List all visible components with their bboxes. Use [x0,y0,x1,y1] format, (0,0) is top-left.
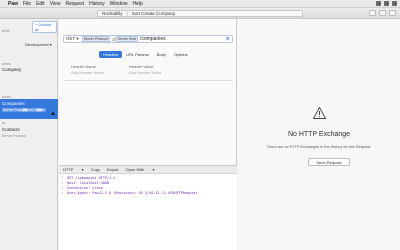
section-label: ants [2,28,10,33]
project-name: Rockabilly [102,11,123,16]
layout-icon[interactable] [389,10,396,16]
menu-view[interactable]: View [50,1,61,7]
separator: | [126,11,128,16]
menu-file[interactable]: File [23,1,31,7]
empty-state-title: No HTTP Exchange [287,131,351,138]
line-number: 1 [61,176,64,180]
header-name-input[interactable]: Add Header Name [71,70,131,75]
sidebar-item-label: Companies [2,101,25,106]
token-server-protocol[interactable]: Server Protocol [81,36,110,42]
status-icons [376,1,397,6]
header-name-label: Header Name [71,64,96,69]
raw-line: GET /companies HTTP/1.1 [67,176,116,180]
raw-line: User-Agent: Paw/2.2.6 (Macintosh; OS X/1… [67,191,198,195]
toolbar-icons [369,10,396,16]
status-icon[interactable] [376,1,381,6]
app-window: Rockabilly | Sort Create Company + Defau… [0,8,400,250]
titlebar: Rockabilly | Sort Create Company [0,8,400,19]
raw-toolbar: HTTP ▾ Copy Export Open With ▾ [59,165,237,174]
url-path[interactable]: /companies [140,36,166,42]
response-panel: No HTTP Exchange There are no HTTP Excha… [238,19,400,250]
status-icon[interactable] [392,1,397,6]
menu-history[interactable]: History [89,1,105,7]
send-request-button[interactable]: Send Request [308,158,350,166]
method-select[interactable]: GET ▾ [66,36,79,42]
request-name: Sort Create Company [131,11,176,16]
divider [63,80,233,81]
sidebar-item-contacts[interactable]: Contacts [2,127,20,132]
menubar: Paw File Edit View Request History Windo… [0,0,400,8]
warning-icon [313,107,326,119]
header-value-input[interactable]: Add Header Value [129,70,189,75]
layout-icon[interactable] [369,10,376,16]
section-label: uries [2,61,11,66]
tab-options[interactable]: Options [170,51,192,58]
tab-url-params[interactable]: URL Params [122,51,153,58]
tab-headers[interactable]: Headers [99,51,123,58]
tab-body[interactable]: Body [153,51,170,58]
sidebar: + Default ac ants uries Development ▾ Co… [0,19,58,250]
token-badge: /com [36,108,46,112]
add-icon[interactable]: ⊕ [226,36,230,42]
token-badge: Server Protocol [2,134,27,138]
environment-select[interactable]: Development ▾ [25,42,52,47]
request-tabs: Headers URL Params Body Options [99,51,192,58]
menu-edit[interactable]: Edit [36,1,45,7]
empty-state-subtitle: There are no HTTP Exchanges in the Histo… [266,145,372,149]
menu-request[interactable]: Request [65,1,84,7]
sidebar-item-company[interactable]: Company [2,67,21,72]
line-number: 4 [61,191,64,195]
copy-button[interactable]: Copy [91,167,100,172]
menu-app[interactable]: Paw [8,1,18,7]
raw-line: Host: localhost:3000 [67,181,110,185]
token-server-host[interactable]: Server Host [115,36,139,42]
url-field[interactable]: GET ▾ Server Protocol :// Server Host /c… [63,35,233,43]
default-env-button[interactable]: + Default ac [32,21,57,33]
status-icon[interactable] [384,1,389,6]
export-button[interactable]: Export [107,167,119,172]
request-panel: GET ▾ Server Protocol :// Server Host /c… [59,19,237,250]
title-path[interactable]: Rockabilly | Sort Create Company [97,10,303,17]
raw-request-view[interactable]: 1 GET /companies HTTP/1.1 2 Host: localh… [59,174,237,250]
menu-window[interactable]: Window [110,1,128,7]
header-value-label: Header Value [129,64,154,69]
line-number: 2 [61,181,64,185]
open-with-select[interactable]: Open With ▾ [125,167,154,172]
sidebar-item-companies[interactable]: Companies Server Protocol Server Host /c… [0,99,58,119]
line-number: 3 [61,186,64,190]
format-select[interactable]: HTTP ▾ [63,167,84,172]
section-label: ts [2,120,6,125]
layout-icon[interactable] [379,10,386,16]
raw-line: Connection: close [67,186,103,190]
menu-help[interactable]: Help [132,1,142,7]
